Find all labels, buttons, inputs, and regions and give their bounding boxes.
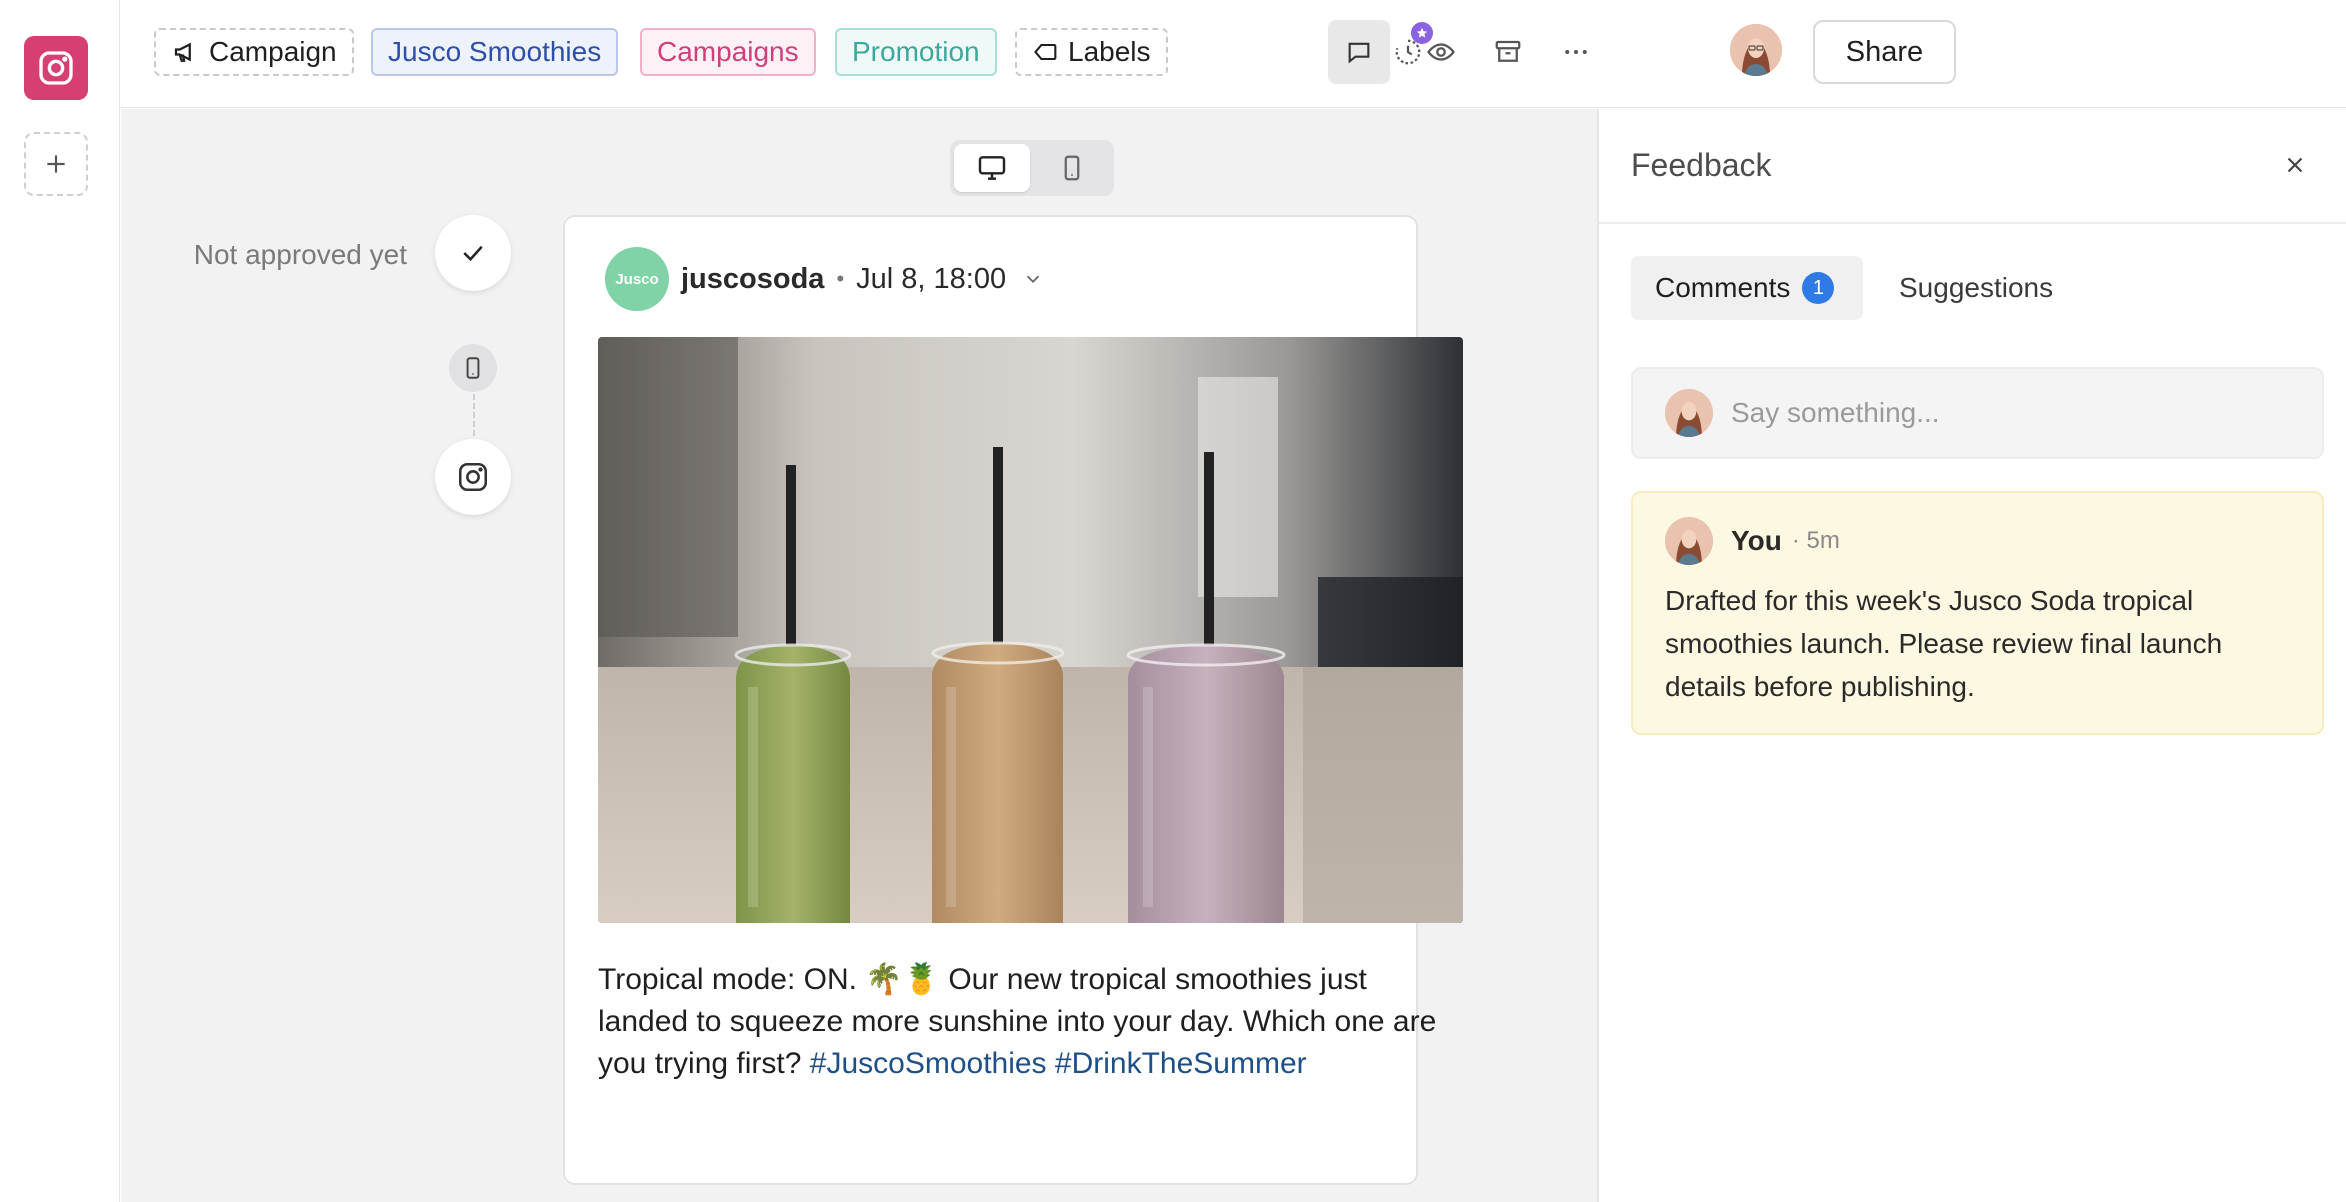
campaigns-chip-label: Campaigns [657, 36, 799, 67]
tab-comments-label: Comments [1655, 272, 1791, 303]
hashtag-jusco-smoothies[interactable]: #JuscoSmoothies [810, 1047, 1047, 1080]
mobile-icon [466, 357, 480, 379]
panel-divider [1599, 222, 2346, 224]
check-icon [463, 245, 483, 262]
star-badge-icon [1411, 22, 1433, 44]
post-caption: Tropical mode: ON. 🌴🍍 Our new tropical s… [598, 959, 1458, 1085]
tab-comments[interactable]: Comments 1 [1631, 256, 1863, 320]
add-channel-button[interactable] [24, 132, 88, 196]
promotion-chip-label: Promotion [852, 36, 980, 67]
avatar-portrait-icon [1665, 517, 1713, 565]
device-toggle [950, 140, 1114, 196]
comment-bubble-icon [1348, 42, 1370, 64]
labels-chip[interactable]: Labels [1015, 28, 1168, 76]
step-connector [473, 394, 475, 436]
jusco-smoothies-chip[interactable]: Jusco Smoothies [371, 28, 619, 76]
archive-button[interactable] [1477, 20, 1539, 84]
mobile-icon [1064, 155, 1080, 181]
mobile-step-marker [449, 344, 497, 392]
post-preview-card: Jusco juscosoda • Jul 8, 18:00 Tropical … [563, 215, 1463, 1185]
left-rail [0, 0, 120, 1202]
brand-logo: Jusco [605, 247, 669, 311]
comment-input[interactable] [1731, 397, 2291, 429]
composer-avatar [1665, 389, 1713, 437]
comment-body: Drafted for this week's Jusco Soda tropi… [1665, 585, 2223, 702]
avatar-portrait-icon [1730, 24, 1782, 76]
desktop-view-button[interactable] [954, 144, 1030, 192]
comment-author: You [1731, 525, 1782, 556]
instagram-step-button[interactable] [435, 439, 511, 515]
instagram-channel-button[interactable] [24, 36, 88, 100]
tab-suggestions-label: Suggestions [1899, 272, 2054, 303]
hashtag-drink-the-summer[interactable]: #DrinkTheSummer [1055, 1047, 1307, 1080]
desktop-icon [978, 156, 1006, 180]
plus-icon [47, 155, 65, 173]
instagram-icon [39, 51, 73, 85]
archive-icon [1495, 40, 1521, 62]
account-handle: juscosoda [681, 262, 825, 295]
labels-chip-label: Labels [1068, 36, 1151, 67]
more-options-button[interactable] [1545, 20, 1607, 84]
instagram-icon [458, 462, 488, 492]
feedback-title: Feedback [1631, 147, 1772, 183]
eye-icon [1427, 43, 1455, 61]
label-tag-icon [1034, 43, 1057, 61]
approval-status: Not approved yet [193, 239, 407, 270]
promotion-chip[interactable]: Promotion [835, 28, 997, 76]
brand-logo-text: Jusco [615, 270, 659, 288]
close-feedback-button[interactable] [2275, 145, 2315, 185]
more-dots-icon [1565, 50, 1587, 54]
chevron-down-icon[interactable] [1022, 268, 1044, 290]
avatar-portrait-icon [1665, 389, 1713, 437]
close-icon [2287, 157, 2303, 173]
comments-count-badge: 1 [1802, 272, 1835, 304]
mobile-view-button[interactable] [1034, 144, 1110, 192]
top-bar: Campaign Jusco Smoothies Campaigns Promo… [121, 0, 2346, 108]
post-image [598, 337, 1463, 923]
user-avatar[interactable] [1730, 24, 1782, 76]
comment-item: You · 5m Drafted for this week's Jusco S… [1631, 491, 2324, 735]
comment-header: You · 5m [1665, 517, 1840, 565]
tab-suggestions[interactable]: Suggestions [1899, 256, 2053, 320]
campaign-chip-label: Campaign [209, 36, 337, 67]
jusco-smoothies-chip-label: Jusco Smoothies [388, 36, 602, 67]
feedback-panel: Feedback Comments 1 Suggestions Say some… [1597, 109, 2346, 1202]
preview-canvas: Not approved yet Jusco juscosoda • Jul 8… [121, 109, 1597, 1202]
post-header: Jusco juscosoda • Jul 8, 18:00 [605, 247, 1044, 311]
header-separator: • [836, 266, 845, 291]
comment-time: · 5m [1791, 527, 1840, 554]
campaign-chip[interactable]: Campaign [154, 28, 354, 76]
comment-avatar [1665, 517, 1713, 565]
share-button[interactable]: Share [1813, 20, 1956, 84]
post-date: Jul 8, 18:00 [856, 262, 1007, 295]
approve-button[interactable] [435, 215, 511, 291]
comment-composer [1631, 367, 2324, 459]
megaphone-icon [174, 42, 191, 62]
campaigns-chip[interactable]: Campaigns [640, 28, 816, 76]
